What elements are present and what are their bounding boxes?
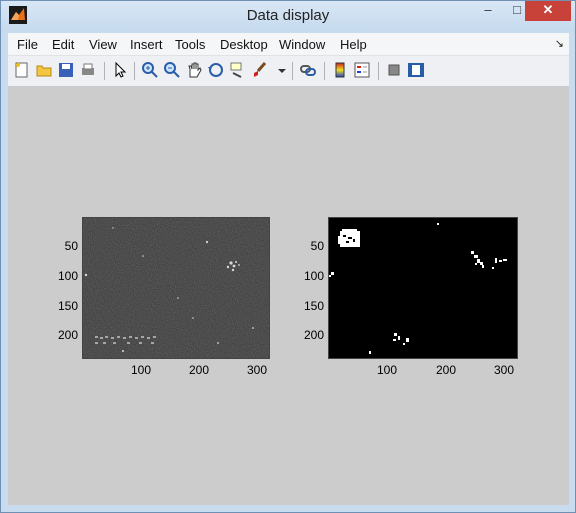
y-tick-label: 50 xyxy=(310,239,324,253)
menu-desktop[interactable]: Desktop xyxy=(220,37,268,52)
legend-icon[interactable] xyxy=(353,61,371,79)
menu-insert[interactable]: Insert xyxy=(130,37,163,52)
x-tick-label: 200 xyxy=(435,363,457,377)
x-tick-label: 100 xyxy=(130,363,152,377)
y-tick-label: 150 xyxy=(57,299,78,313)
rotate-3d-icon[interactable] xyxy=(207,61,225,79)
open-icon[interactable] xyxy=(35,61,53,79)
grayscale-image xyxy=(83,218,269,358)
y-tick-label: 200 xyxy=(303,328,324,342)
brush-icon[interactable] xyxy=(251,61,269,79)
binary-image xyxy=(329,218,517,358)
y-tick-label: 150 xyxy=(303,299,324,313)
toolbar-separator xyxy=(292,62,293,80)
save-icon[interactable] xyxy=(57,61,75,79)
y-tick-label: 50 xyxy=(64,239,78,253)
axes-right-binary-image[interactable] xyxy=(328,217,518,359)
hide-plot-tools-icon[interactable] xyxy=(385,61,403,79)
figure-area: 50 100 150 200 100 200 300 50 100 150 20… xyxy=(8,87,569,505)
menu-window[interactable]: Window xyxy=(279,37,325,52)
title-bar[interactable]: Data display – □ ✕ xyxy=(1,1,575,31)
figure-window: Data display – □ ✕ File Edit View Insert… xyxy=(0,0,576,513)
menu-bar: File Edit View Insert Tools Desktop Wind… xyxy=(8,33,569,56)
y-tick-label: 100 xyxy=(303,269,324,283)
toolbar-separator xyxy=(378,62,379,80)
x-tick-label: 200 xyxy=(188,363,210,377)
y-tick-label: 200 xyxy=(57,328,78,342)
menu-tools[interactable]: Tools xyxy=(175,37,205,52)
dock-arrow-icon[interactable]: ↘ xyxy=(555,37,564,50)
minimize-button[interactable]: – xyxy=(477,1,499,21)
new-figure-icon[interactable] xyxy=(13,61,31,79)
zoom-out-icon[interactable] xyxy=(163,61,181,79)
x-tick-label: 300 xyxy=(246,363,268,377)
brush-dropdown-icon[interactable] xyxy=(273,61,286,79)
figure-toolbar xyxy=(8,56,569,87)
toolbar-separator xyxy=(324,62,325,80)
y-tick-label: 100 xyxy=(57,269,78,283)
x-tick-label: 300 xyxy=(493,363,515,377)
colorbar-icon[interactable] xyxy=(331,61,349,79)
print-icon[interactable] xyxy=(79,61,97,79)
menu-edit[interactable]: Edit xyxy=(52,37,74,52)
link-icon[interactable] xyxy=(299,61,317,79)
show-plot-tools-icon[interactable] xyxy=(407,61,425,79)
pointer-icon[interactable] xyxy=(111,61,129,79)
axes-left-grayscale-image[interactable] xyxy=(82,217,270,359)
toolbar-separator xyxy=(134,62,135,80)
data-cursor-icon[interactable] xyxy=(229,61,247,79)
pan-icon[interactable] xyxy=(185,61,203,79)
zoom-in-icon[interactable] xyxy=(141,61,159,79)
close-button[interactable]: ✕ xyxy=(525,1,571,21)
menu-help[interactable]: Help xyxy=(340,37,367,52)
menu-file[interactable]: File xyxy=(17,37,38,52)
menu-view[interactable]: View xyxy=(89,37,117,52)
x-tick-label: 100 xyxy=(376,363,398,377)
toolbar-separator xyxy=(104,62,105,80)
